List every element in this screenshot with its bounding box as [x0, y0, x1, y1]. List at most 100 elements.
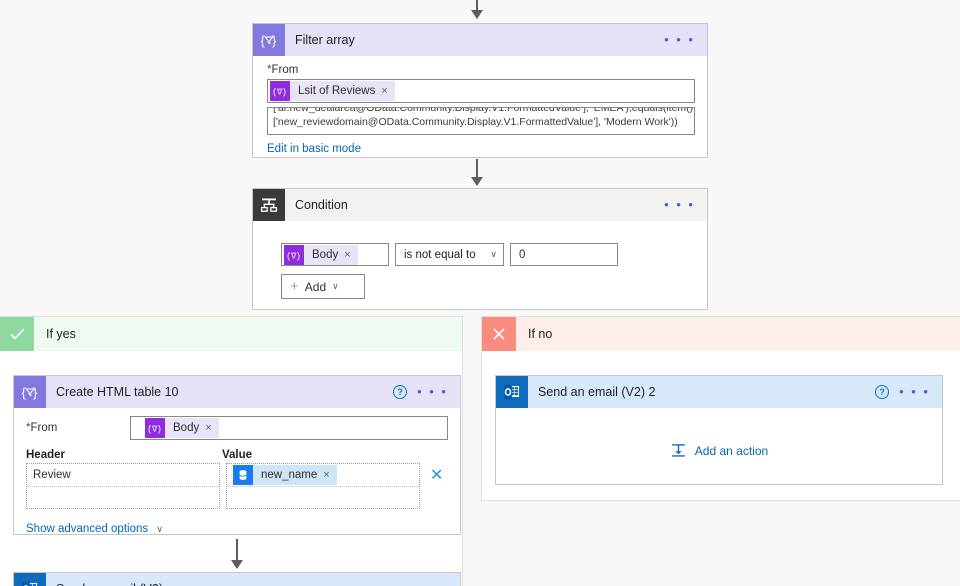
card-header-condition[interactable]: Condition • • •: [253, 189, 707, 221]
token-remove-icon[interactable]: ×: [323, 469, 336, 481]
flow-designer-canvas: { } Filter array • • • *From ( ∇) Lsit …: [0, 0, 960, 586]
branch-if-no: If no Send an email (V2) 2 ? • • • Add a…: [481, 316, 960, 501]
branch-header-if-no[interactable]: If no: [482, 317, 960, 351]
token-remove-icon[interactable]: ×: [205, 422, 218, 434]
condition-right-value-input[interactable]: 0: [510, 243, 618, 266]
add-action-label: Add an action: [694, 443, 769, 458]
card-send-email-next[interactable]: Send an email (V2) • • •: [13, 572, 461, 586]
from-input[interactable]: ( ∇ ) Lsit of Reviews ×: [267, 79, 695, 103]
card-title-send-email-next: Send an email (V2): [46, 582, 417, 586]
token-body[interactable]: ( ∇ ) Body ×: [145, 418, 219, 438]
svg-text:}: }: [33, 385, 38, 400]
token-new-name[interactable]: new_name ×: [233, 465, 337, 485]
overflow-menu-icon[interactable]: • • •: [899, 385, 930, 398]
header-column: Review: [26, 463, 220, 509]
expression-line-1: ['ar.new_dealarea@OData.Community.Displa…: [273, 107, 695, 114]
expression-line-2: ['new_reviewdomain@OData.Community.Displ…: [273, 116, 678, 128]
svg-text:∇: ∇: [151, 425, 158, 434]
connector-arrow-top: [471, 0, 483, 19]
branch-header-if-yes[interactable]: If yes: [0, 317, 462, 351]
from-field-label: *From: [267, 64, 299, 76]
header-value-column-labels: Header Value: [26, 449, 448, 461]
token-body[interactable]: ( ∇ ) Body ×: [284, 244, 358, 265]
value-cell-row-1[interactable]: new_name ×: [227, 464, 419, 486]
filter-braces-icon: { }: [14, 376, 46, 408]
card-condition[interactable]: Condition • • • ( ∇ ) Body × is not equa…: [252, 188, 708, 310]
card-header-filter-array[interactable]: { } Filter array • • •: [253, 24, 707, 56]
token-label: Body: [312, 248, 339, 261]
card-title-condition: Condition: [295, 198, 348, 212]
branch-if-yes: If yes { } Create HTML table 10 ? • • •: [0, 316, 463, 586]
edit-in-basic-mode-link[interactable]: Edit in basic mode: [267, 143, 695, 155]
value-column-label: Value: [222, 449, 253, 461]
card-header-actions-condition: • • •: [664, 198, 707, 211]
card-body-filter-array: *From ( ∇ ) Lsit of Reviews × ['ar.new_d…: [253, 56, 707, 163]
card-header-create-html-table[interactable]: { } Create HTML table 10 ? • • •: [14, 376, 460, 408]
header-column-label: Header: [26, 449, 65, 461]
plus-icon: +: [290, 277, 299, 295]
token-label: Lsit of Reviews: [298, 85, 376, 97]
condition-operator-select[interactable]: is not equal to ∨: [395, 243, 504, 266]
card-header-send-email-next[interactable]: Send an email (V2) • • •: [14, 573, 460, 586]
card-body-condition: ( ∇ ) Body × is not equal to ∨ 0 + Add ∨: [253, 221, 707, 311]
chevron-down-icon: ∨: [490, 249, 497, 259]
svg-text:(: (: [287, 250, 290, 260]
overflow-menu-icon[interactable]: • • •: [664, 198, 695, 211]
from-field-label: *From: [26, 422, 58, 434]
outlook-icon: [14, 573, 46, 586]
token-label: Body: [173, 422, 200, 434]
condition-left-operand[interactable]: ( ∇ ) Body ×: [281, 243, 389, 266]
expression-icon: ( ∇ ): [145, 418, 165, 438]
from-input[interactable]: ( ∇ ) Body ×: [130, 416, 448, 440]
condition-operator-value: is not equal to: [404, 248, 476, 261]
token-remove-icon[interactable]: ×: [381, 85, 394, 97]
overflow-menu-icon[interactable]: • • •: [664, 33, 695, 46]
expression-icon: ( ∇ ): [270, 81, 290, 101]
card-header-send-email-v2-2[interactable]: Send an email (V2) 2 ? • • •: [496, 376, 942, 408]
card-send-email-v2-2[interactable]: Send an email (V2) 2 ? • • • Add an acti…: [495, 375, 943, 485]
card-title-create-html-table: Create HTML table 10: [56, 385, 179, 399]
checkmark-icon: [0, 317, 34, 351]
expression-icon: ( ∇ ): [284, 244, 304, 265]
header-cell-row-1[interactable]: Review: [27, 464, 219, 486]
token-remove-icon[interactable]: ×: [344, 249, 357, 261]
outlook-icon: [496, 376, 528, 408]
delete-row-icon[interactable]: ✕: [430, 465, 443, 485]
value-cell-row-2[interactable]: [227, 486, 419, 508]
value-column: new_name ×: [226, 463, 420, 509]
card-header-actions-send-email-v2-2: ? • • •: [875, 385, 942, 399]
overflow-menu-icon[interactable]: • • •: [417, 385, 448, 398]
help-icon[interactable]: ?: [875, 385, 890, 399]
close-x-icon: [482, 317, 516, 351]
branch-label-if-no: If no: [528, 327, 553, 341]
token-lsit-of-reviews[interactable]: ( ∇ ) Lsit of Reviews ×: [270, 81, 395, 101]
card-header-actions-filter-array: • • •: [664, 33, 707, 46]
chevron-down-icon: ∨: [332, 281, 339, 291]
condition-row: ( ∇ ) Body × is not equal to ∨ 0: [281, 243, 693, 266]
card-filter-array[interactable]: { } Filter array • • • *From ( ∇) Lsit …: [252, 23, 708, 158]
expression-editor[interactable]: ['ar.new_dealarea@OData.Community.Displa…: [267, 107, 695, 135]
card-body-create-html-table: *From ( ∇ ) Body × Header Value Review n…: [14, 408, 460, 545]
svg-text:{: {: [261, 33, 266, 48]
show-advanced-options-link[interactable]: Show advanced options ∨: [26, 523, 448, 535]
card-create-html-table[interactable]: { } Create HTML table 10 ? • • • *From (…: [13, 375, 461, 535]
header-cell-row-2[interactable]: [27, 486, 219, 508]
add-an-action-row[interactable]: Add an action: [496, 408, 942, 471]
add-condition-button[interactable]: + Add ∨: [281, 274, 365, 299]
svg-text:∇: ∇: [290, 251, 297, 260]
connector-arrow-if-yes: [231, 539, 243, 569]
svg-text:∇: ∇: [276, 88, 283, 97]
header-value-grid: Review new_name × ✕: [26, 463, 448, 509]
card-title-send-email-v2-2: Send an email (V2) 2: [538, 385, 656, 399]
card-title-filter-array: Filter array: [295, 33, 355, 47]
token-label: new_name: [261, 469, 318, 481]
svg-text:): ): [158, 424, 161, 434]
dataverse-icon: [233, 465, 253, 485]
connector-arrow-condition: [471, 159, 483, 186]
help-icon[interactable]: ?: [393, 385, 408, 399]
card-header-actions-create-html-table: ? • • •: [393, 385, 460, 399]
svg-text:): ): [283, 87, 286, 97]
svg-text:(: (: [273, 87, 276, 97]
add-action-icon: [670, 442, 687, 459]
svg-text:}: }: [272, 33, 277, 48]
